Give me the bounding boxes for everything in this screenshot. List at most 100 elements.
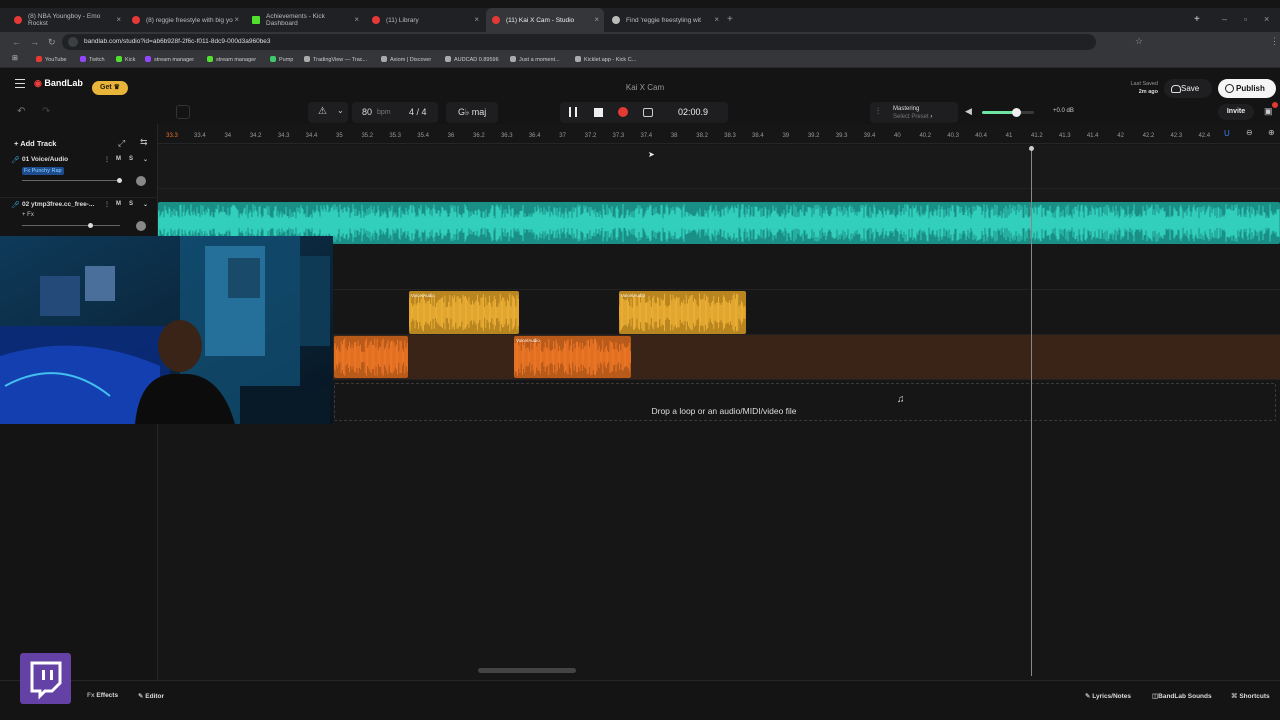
menu-icon[interactable] <box>15 79 25 88</box>
metronome-icon[interactable]: ⚠ <box>318 106 327 117</box>
track-name[interactable]: 01 Voice/Audio <box>22 156 102 163</box>
get-membership-button[interactable]: Get ♛ <box>92 81 128 95</box>
undo-icon[interactable]: ↶ <box>17 106 25 117</box>
zoom-out-icon[interactable]: ⊖ <box>1246 128 1253 137</box>
effects-button[interactable]: Fx Effects <box>87 692 118 699</box>
shortcuts-button[interactable]: ⌘ Shortcuts <box>1231 692 1270 700</box>
key-selector[interactable]: G♭ maj <box>446 102 498 123</box>
timeline-ruler[interactable]: 33.3 33.4 34 34.2 34.3 34.4 35 35.2 35.3 35.4 36 36… <box>158 124 1280 144</box>
mastering-selector[interactable]: ⫶ Mastering Select Preset › <box>870 102 958 123</box>
add-effect-button[interactable]: + Fx <box>22 212 34 218</box>
redo-icon[interactable]: ↷ <box>42 106 50 117</box>
publish-button[interactable]: Publish <box>1218 79 1276 98</box>
stop-button[interactable] <box>594 108 603 117</box>
forward-icon[interactable]: → <box>30 37 39 47</box>
zoom-in-icon[interactable]: ⊕ <box>1268 128 1275 137</box>
chevron-down-icon[interactable]: ⌄ <box>337 106 344 115</box>
mute-button[interactable]: M <box>116 201 121 207</box>
speaker-icon[interactable]: ◀ <box>965 106 972 117</box>
minimize-icon[interactable]: – <box>1222 14 1227 24</box>
browser-tab-6[interactable]: Find 'reggie freestyling wit × <box>606 8 724 32</box>
track-menu-icon[interactable]: ⋮ <box>104 201 110 208</box>
time-signature[interactable]: 4 / 4 <box>409 107 427 117</box>
browser-tab-4[interactable]: (11) Library × <box>366 8 484 32</box>
close-tab-icon[interactable]: × <box>714 15 719 24</box>
record-button[interactable] <box>618 107 628 117</box>
audio-clip-voice-2[interactable]: Voice/Audio <box>619 291 746 334</box>
site-info-icon[interactable] <box>68 37 78 47</box>
bookmark-axiom[interactable]: Axiom | Discover <box>381 56 431 63</box>
effect-chip[interactable]: Fx Punchy Rap <box>22 167 64 175</box>
bandlab-logo[interactable]: ◉ BandLab <box>34 78 83 89</box>
bookmark-audcad[interactable]: AUDCAD 0.89596 <box>445 56 499 63</box>
browser-tab-2[interactable]: (8) reggie freestyle with big yo × <box>126 8 244 32</box>
solo-button[interactable]: S <box>129 201 133 207</box>
close-tab-icon[interactable]: × <box>116 15 121 24</box>
volume-knob[interactable] <box>1011 108 1021 117</box>
bpm-value[interactable]: 80 <box>362 107 372 117</box>
close-tab-icon[interactable]: × <box>474 15 479 24</box>
browser-tab-3[interactable]: Achievements - Kick Dashboard × <box>246 8 364 32</box>
track-name[interactable]: 02 ytmp3free.cc_free-... <box>22 201 102 208</box>
new-tab-icon[interactable]: + <box>727 14 733 25</box>
add-track-button[interactable]: + Add Track <box>14 139 56 148</box>
mute-button[interactable]: M <box>116 156 121 162</box>
solo-button[interactable]: S <box>129 156 133 162</box>
playhead[interactable] <box>1029 146 1034 676</box>
close-tab-icon[interactable]: × <box>234 15 239 24</box>
track-volume-slider[interactable] <box>22 178 122 183</box>
bookmark-tradingview[interactable]: TradingView — Trac... <box>304 56 367 63</box>
back-icon[interactable]: ← <box>12 37 21 47</box>
pan-knob[interactable] <box>136 176 146 186</box>
slider-knob[interactable] <box>88 223 93 228</box>
bookmark-stream-manager-twitch[interactable]: stream manager <box>145 56 194 63</box>
bookmark-youtube[interactable]: YouTube <box>36 56 67 63</box>
audio-clip-voice-3[interactable]: Voice/Audio <box>514 336 631 378</box>
close-tab-icon[interactable]: × <box>594 15 599 24</box>
track-settings-icon[interactable]: ⇆ <box>140 137 148 148</box>
track-header-1[interactable]: 🎤︎ 01 Voice/Audio ⋮ M S ⌄ Fx Punchy Rap <box>0 154 158 198</box>
close-tab-icon[interactable]: × <box>354 15 359 24</box>
invite-button[interactable]: Invite <box>1218 104 1254 120</box>
pause-button[interactable] <box>569 107 577 117</box>
bookmark-star-icon[interactable]: ☆ <box>1135 36 1143 47</box>
track-volume-slider[interactable] <box>22 223 120 228</box>
save-button[interactable]: Save <box>1164 79 1212 98</box>
window-close-icon[interactable]: × <box>1264 14 1269 24</box>
apps-grid-icon[interactable]: ⊞ <box>12 54 18 62</box>
master-volume-slider[interactable] <box>982 108 1034 117</box>
notifications-icon[interactable]: ▣ <box>1264 106 1273 117</box>
project-title[interactable]: Kai X Cam <box>560 83 730 92</box>
bookmark-kick[interactable]: Kick <box>116 56 135 63</box>
bookmark-kicklet[interactable]: Kicklet.app - Kick C... <box>575 56 636 63</box>
browser-tab-5-active[interactable]: (11) Kai X Cam - Studio × <box>486 8 604 32</box>
audio-clip-orange-1[interactable] <box>334 336 408 378</box>
loop-icon[interactable] <box>643 108 653 117</box>
editor-button[interactable]: ✎ Editor <box>138 692 164 700</box>
mixer-icon[interactable] <box>176 105 190 119</box>
reload-icon[interactable]: ↻ <box>48 37 56 48</box>
bookmark-stream-manager-kick[interactable]: stream manager <box>207 56 256 63</box>
tempo-group[interactable]: 80 bpm 4 / 4 <box>352 102 438 123</box>
lyrics-notes-button[interactable]: ✎ Lyrics/Notes <box>1085 692 1131 700</box>
browser-menu-icon[interactable]: ⋮ <box>1270 36 1279 47</box>
track-menu-icon[interactable]: ⋮ <box>104 156 110 163</box>
horizontal-scrollbar[interactable] <box>478 668 576 673</box>
pan-knob[interactable] <box>136 221 146 231</box>
metronome-group[interactable]: ⚠ ⌄ <box>308 102 348 123</box>
track-lane-1[interactable] <box>158 145 1280 189</box>
browser-tab-1[interactable]: (8) NBA Youngboy - Emo Rockst × <box>8 8 126 32</box>
chevron-down-icon[interactable]: ⌄ <box>143 201 148 208</box>
chevron-down-icon[interactable]: ⌄ <box>143 156 148 163</box>
bandlab-sounds-button[interactable]: ◫BandLab Sounds <box>1152 692 1212 700</box>
slider-knob[interactable] <box>117 178 122 183</box>
automation-icon[interactable]: ⤢ <box>118 138 125 149</box>
bookmark-twitch[interactable]: Twitch <box>80 56 105 63</box>
address-bar[interactable]: bandlab.com/studio?id=ab6b928f-2f6c-f011… <box>62 34 1096 50</box>
bookmark-just-a-moment[interactable]: Just a moment... <box>510 56 560 63</box>
audio-clip-voice-1[interactable]: Voice/Audio <box>409 291 519 334</box>
maximize-icon[interactable]: ▫ <box>1244 14 1247 24</box>
tab-search-icon[interactable]: + <box>1194 14 1200 25</box>
snap-magnet-icon[interactable]: U <box>1224 129 1230 138</box>
bookmark-pump[interactable]: Pump <box>270 56 293 63</box>
